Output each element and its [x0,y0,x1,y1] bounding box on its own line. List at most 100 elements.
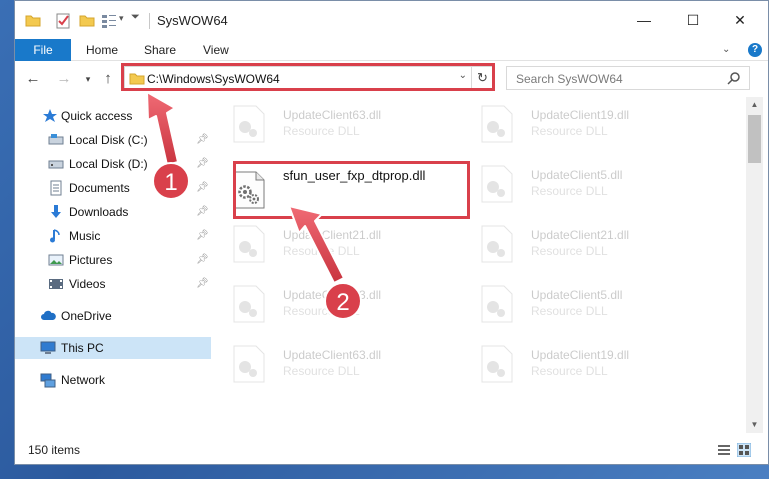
file-list: UpdateClient63.dll Resource DLL UpdateCl… [211,97,746,433]
dll-file-icon [481,165,513,203]
search-icon [727,72,740,85]
file-name: UpdateClient5.dll [531,168,623,182]
vertical-scrollbar[interactable]: ▲ ▼ [746,97,763,433]
file-item[interactable]: UpdateClient21.dll Resource DLL [211,217,431,265]
tab-home[interactable]: Home [86,39,118,61]
tab-file[interactable]: File [15,39,71,61]
file-item[interactable]: UpdateClient63.dll Resource DLL [211,97,431,145]
file-type: Resource DLL [283,364,360,378]
document-icon [50,180,62,196]
tab-share[interactable]: Share [144,39,176,61]
sidebar-item-pictures[interactable]: Pictures 📌︎ [15,249,211,271]
network-icon [40,373,56,388]
sidebar-item-label: Music [69,229,101,243]
file-item[interactable]: UpdateClient19.dll Resource DLL [459,97,679,145]
sidebar-item-network[interactable]: Network [15,369,211,391]
dll-file-icon [233,345,265,383]
sidebar-item-onedrive[interactable]: OneDrive [15,305,211,327]
file-item[interactable]: UpdateClient19.dll Resource DLL [459,337,679,385]
scroll-down-icon[interactable]: ▼ [746,417,763,433]
file-name: UpdateClient19.dll [531,348,630,362]
file-type: Resource DLL [531,244,608,258]
tab-view[interactable]: View [203,39,229,61]
title-bar: ▾ ⏷ SysWOW64 — ☐ ✕ [15,1,768,39]
dll-file-icon [481,285,513,323]
sidebar-item-downloads[interactable]: Downloads 📌︎ [15,201,211,223]
sidebar-item-label: Local Disk (D:) [69,157,148,171]
sidebar-item-label: Videos [69,277,106,291]
expand-ribbon-icon[interactable]: ⌄ [722,43,736,57]
up-button[interactable]: ↑ [99,70,117,88]
qa-customize-icon[interactable]: ⏷ [131,11,140,24]
dll-file-icon [233,225,265,263]
sidebar-item-label: Local Disk (C:) [69,133,148,147]
file-name: UpdateClient21.dll [283,228,382,242]
sidebar-item-label: This PC [61,341,104,355]
pin-icon: 📌︎ [196,254,209,265]
file-item[interactable]: UpdateClient5.dll Resource DLL [459,157,679,205]
search-box[interactable]: Search SysWOW64 [506,66,750,90]
help-icon[interactable]: ? [748,43,762,57]
file-name: UpdateClient63.dll [283,108,382,122]
customize-view-icon[interactable] [101,13,117,29]
large-icons-view-icon[interactable] [737,443,751,457]
pin-icon: 📌︎ [196,278,209,289]
sidebar-item-local-disk-c[interactable]: Local Disk (C:) 📌︎ [15,129,211,151]
download-icon [51,205,61,218]
search-input[interactable]: Search SysWOW64 [516,72,623,86]
cloud-icon [41,310,56,320]
title-separator [149,13,150,29]
dll-file-icon [481,345,513,383]
file-type: Resource DLL [283,244,360,258]
qa-dropdown-icon[interactable]: ▾ [119,13,124,24]
dll-file-icon [233,285,265,323]
file-name: UpdateClient5.dll [531,288,623,302]
sidebar-item-label: Documents [69,181,130,195]
computer-icon [40,341,56,354]
file-item[interactable]: UpdateClient5.dll Resource DLL [459,277,679,325]
address-bar-highlight [121,63,495,91]
file-name: UpdateClient21.dll [531,228,630,242]
details-view-icon[interactable] [717,443,731,457]
file-type: Resource DLL [283,304,360,318]
sidebar-item-this-pc[interactable]: This PC [15,337,211,359]
navigation-pane: Quick access Local Disk (C:) 📌︎ Local Di… [15,97,211,433]
file-type: Resource DLL [283,124,360,138]
back-button[interactable]: ← [24,70,42,88]
file-type: Resource DLL [531,304,608,318]
item-count: 150 items [28,443,81,457]
dll-file-icon [481,105,513,143]
pin-icon: 📌︎ [196,182,209,193]
new-folder-icon[interactable] [79,13,95,27]
pin-icon: 📌︎ [196,158,209,169]
file-name: UpdateClient19.dll [531,108,630,122]
music-icon [50,229,60,243]
file-name: UpdateClient63.dll [283,288,382,302]
properties-icon[interactable] [55,13,71,29]
minimize-button[interactable]: — [633,11,655,29]
video-icon [49,279,63,289]
scrollbar-thumb[interactable] [748,115,761,163]
file-item[interactable]: UpdateClient21.dll Resource DLL [459,217,679,265]
pin-icon: 📌︎ [196,134,209,145]
close-button[interactable]: ✕ [729,11,751,29]
dll-file-icon [233,105,265,143]
sidebar-item-documents[interactable]: Documents 📌︎ [15,177,211,199]
sidebar-item-videos[interactable]: Videos 📌︎ [15,273,211,295]
sidebar-item-local-disk-d[interactable]: Local Disk (D:) 📌︎ [15,153,211,175]
sidebar-item-label: OneDrive [61,309,112,323]
scroll-up-icon[interactable]: ▲ [746,97,763,113]
ribbon-tabs: File Home Share View ⌄ ? [15,39,768,61]
sidebar-item-quick-access[interactable]: Quick access [15,105,211,127]
recent-locations-button[interactable]: ▾ [79,70,97,88]
forward-button[interactable]: → [55,70,73,88]
drive-icon [48,160,64,169]
folder-icon [25,15,41,27]
file-type: Resource DLL [531,124,608,138]
file-item[interactable]: UpdateClient63.dll Resource DLL [211,277,431,325]
sidebar-item-music[interactable]: Music 📌︎ [15,225,211,247]
file-item[interactable]: UpdateClient63.dll Resource DLL [211,337,431,385]
file-highlight [233,161,470,219]
maximize-button[interactable]: ☐ [682,11,704,29]
star-icon [43,109,57,122]
